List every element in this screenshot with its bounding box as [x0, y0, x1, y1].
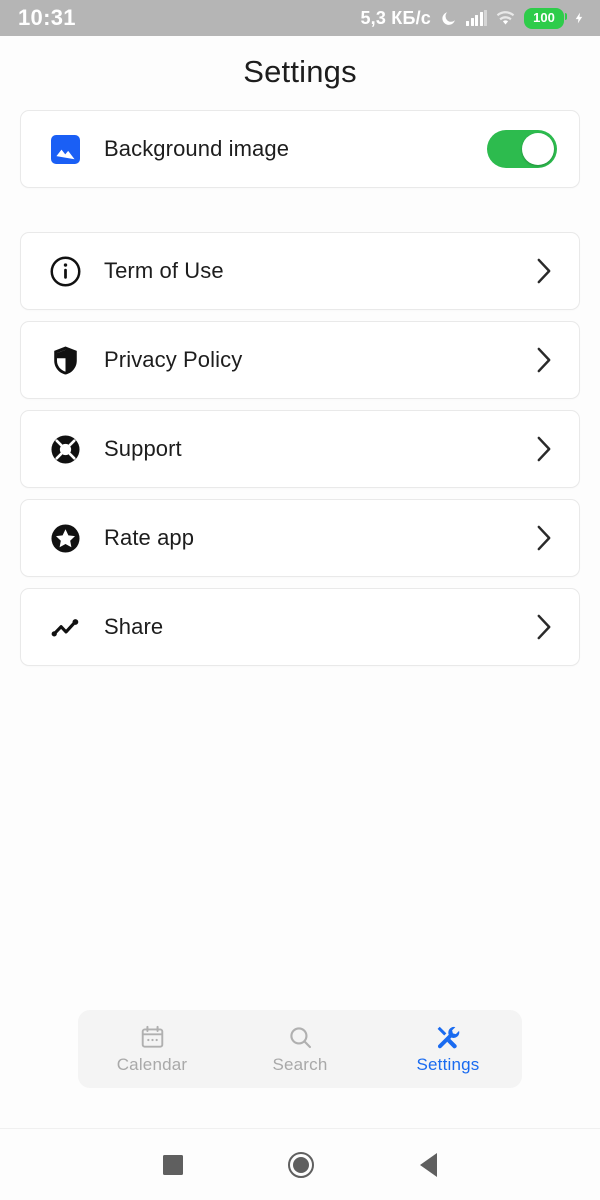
wifi-icon — [496, 11, 515, 25]
setting-row-rate-app[interactable]: Rate app — [20, 499, 580, 577]
battery-level-text: 100 — [533, 9, 555, 25]
info-circle-icon — [47, 253, 83, 289]
tab-calendar[interactable]: Calendar — [78, 1024, 226, 1075]
toggle-knob — [522, 133, 554, 165]
battery-icon: 100 — [524, 7, 567, 29]
chevron-right-icon — [537, 347, 551, 373]
lifebuoy-icon — [47, 431, 83, 467]
bottom-tabbar: Calendar Search Settings — [78, 1010, 522, 1088]
search-icon — [289, 1026, 311, 1048]
status-icons: 5,3 КБ/с 100 — [360, 7, 586, 29]
chevron-right-icon — [537, 436, 551, 462]
tab-settings[interactable]: Settings — [374, 1024, 522, 1075]
setting-row-background-image[interactable]: Background image — [20, 110, 580, 188]
charging-bolt-icon — [575, 12, 583, 24]
tools-icon — [437, 1026, 459, 1048]
star-circle-icon — [47, 520, 83, 556]
network-speed-text: 5,3 КБ/с — [360, 7, 431, 28]
moon-icon — [442, 11, 455, 25]
back-triangle-icon[interactable] — [420, 1152, 438, 1177]
settings-list: Background image Term of Use Privacy Pol… — [0, 110, 600, 677]
phone-screen: 10:31 5,3 КБ/с 100 Settings Background i… — [0, 0, 600, 1200]
setting-row-term-of-use[interactable]: Term of Use — [20, 232, 580, 310]
setting-label: Rate app — [104, 525, 195, 550]
tab-label: Settings — [416, 1054, 480, 1074]
home-circle-icon[interactable] — [288, 1151, 315, 1178]
tab-label: Calendar — [116, 1054, 188, 1074]
signal-icon — [466, 10, 487, 26]
setting-label: Background image — [104, 136, 290, 161]
status-bar: 10:31 5,3 КБ/с 100 — [0, 0, 600, 36]
tab-search[interactable]: Search — [226, 1024, 374, 1075]
system-navigation-bar — [0, 1128, 600, 1200]
setting-row-support[interactable]: Support — [20, 410, 580, 488]
setting-row-privacy-policy[interactable]: Privacy Policy — [20, 321, 580, 399]
recents-square-icon[interactable] — [162, 1154, 183, 1175]
chevron-right-icon — [537, 614, 551, 640]
setting-row-share[interactable]: Share — [20, 588, 580, 666]
shield-icon — [47, 342, 83, 378]
tab-label: Search — [272, 1054, 328, 1074]
setting-label: Share — [104, 614, 164, 639]
image-icon — [47, 131, 83, 167]
status-clock: 10:31 — [18, 5, 76, 30]
chevron-right-icon — [537, 525, 551, 551]
setting-label: Support — [104, 436, 182, 461]
background-image-toggle[interactable] — [487, 130, 557, 168]
calendar-icon — [141, 1025, 163, 1048]
setting-label: Term of Use — [104, 258, 224, 283]
bottom-tabbar-wrapper: Calendar Search Settings — [0, 1010, 600, 1088]
setting-label: Privacy Policy — [104, 347, 243, 372]
chevron-right-icon — [537, 258, 551, 284]
share-trend-icon — [47, 609, 83, 645]
page-title: Settings — [243, 54, 357, 89]
